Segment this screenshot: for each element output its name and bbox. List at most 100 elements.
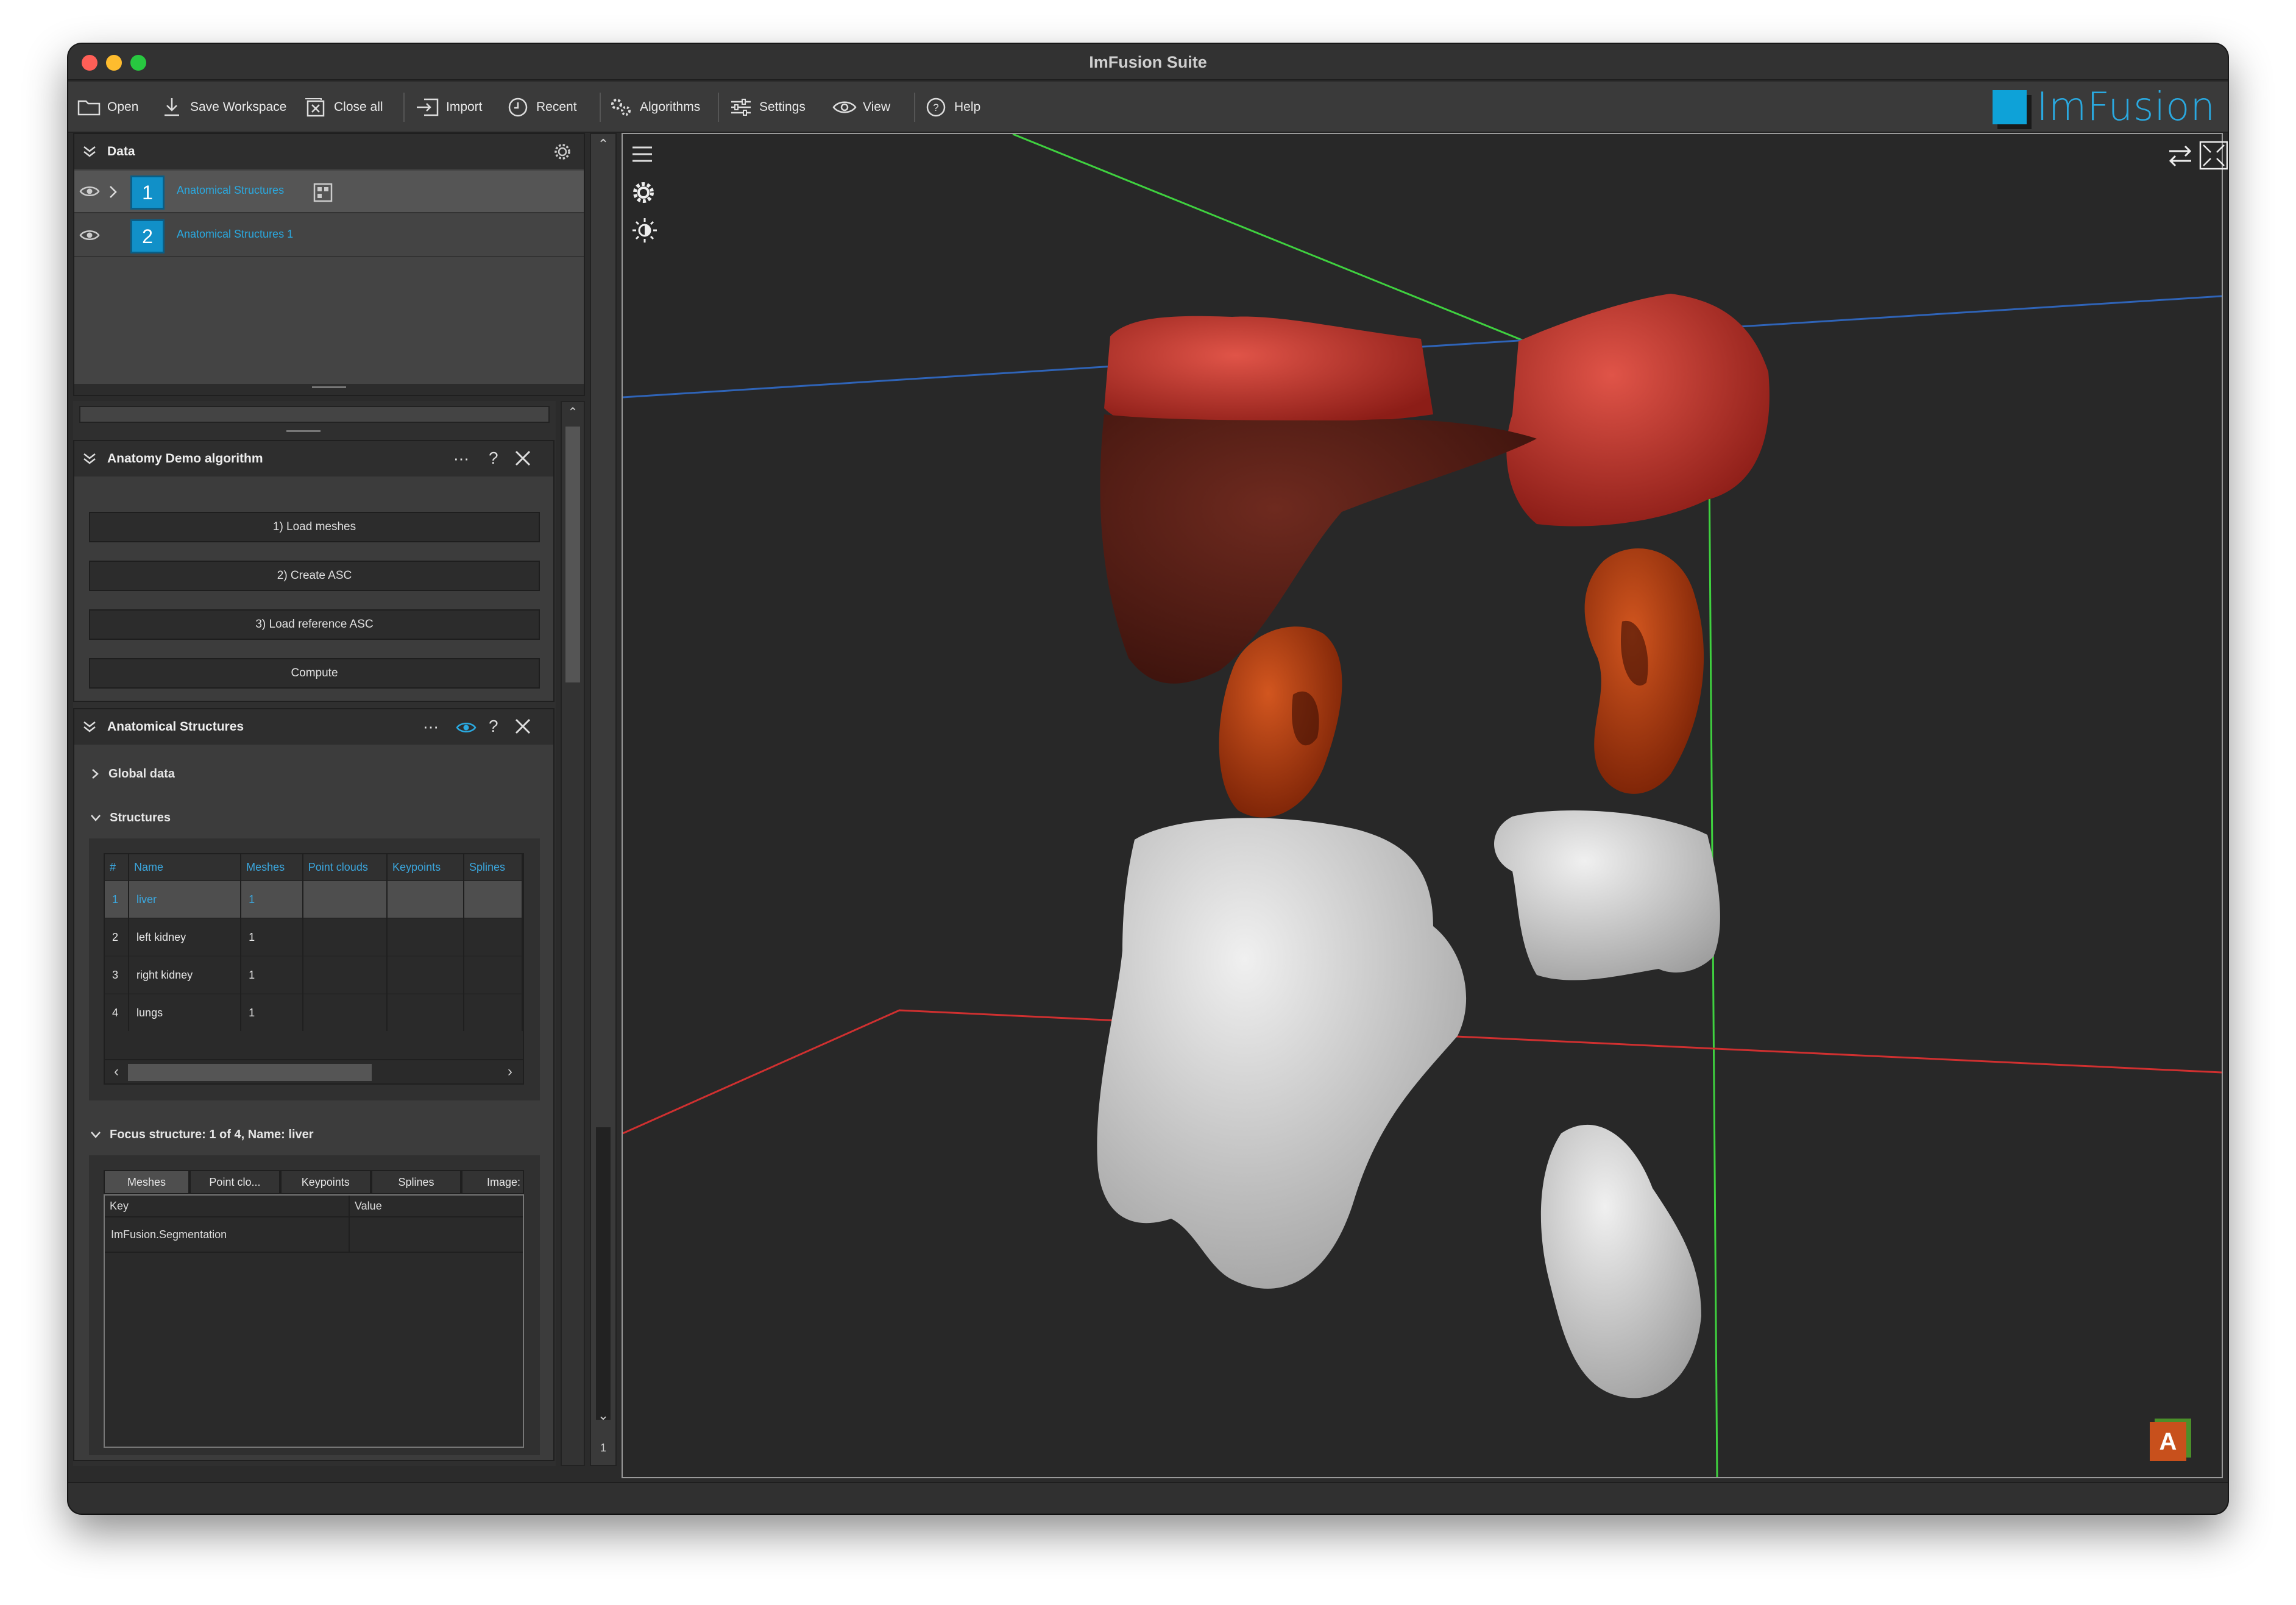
tab-images[interactable]: Image: [461, 1170, 524, 1194]
scroll-down-icon[interactable]: ⌄ [593, 1408, 613, 1427]
scroll-up-icon[interactable]: ⌃ [593, 136, 613, 156]
expand-chevron-icon[interactable] [107, 184, 119, 200]
import-label: Import [446, 100, 483, 114]
help-icon: ? [924, 95, 948, 119]
collapse-chevron-icon[interactable] [82, 719, 97, 735]
kidney-white-mesh [1540, 1124, 1701, 1398]
save-workspace-button[interactable]: Save Workspace [160, 91, 286, 123]
structures-table-frame: # Name Meshes Point clouds Keypoints Spl… [104, 853, 524, 1085]
dataset-name[interactable]: Anatomical Structures [177, 184, 284, 197]
help-button[interactable]: ? Help [924, 91, 980, 123]
help-label: Help [954, 100, 981, 114]
algorithms-button[interactable]: Algorithms [609, 91, 700, 123]
brightness-icon[interactable] [631, 217, 658, 244]
eye-icon [832, 95, 857, 119]
orientation-cube[interactable]: A [2150, 1422, 2186, 1461]
scroll-up-icon[interactable]: ⌃ [564, 405, 581, 422]
cell-point-clouds [302, 880, 388, 918]
kv-value-cell[interactable] [350, 1217, 523, 1253]
tab-keypoints[interactable]: Keypoints [280, 1170, 371, 1194]
cell-number: 2 [105, 918, 130, 956]
close-all-button[interactable]: Close all [303, 91, 383, 123]
splitter-handle[interactable] [74, 384, 584, 395]
window-title: ImFusion Suite [1089, 53, 1207, 71]
title-bar: ImFusion Suite [68, 44, 2228, 80]
data-list-item[interactable]: 1 Anatomical Structures [74, 171, 584, 213]
collapse-chevron-icon[interactable] [82, 144, 97, 160]
fullscreen-icon[interactable] [2199, 140, 2228, 171]
lung-left-top [1104, 316, 1433, 429]
more-options-icon[interactable]: ⋯ [453, 450, 469, 469]
table-row[interactable]: 1 liver 1 [105, 880, 523, 918]
column-header[interactable]: Meshes [241, 854, 303, 880]
compute-button[interactable]: Compute [89, 658, 540, 689]
tab-meshes[interactable]: Meshes [104, 1170, 190, 1194]
help-icon[interactable]: ? [489, 717, 498, 736]
help-icon[interactable]: ? [489, 448, 498, 468]
horizontal-scrollbar[interactable] [79, 406, 550, 423]
table-row[interactable]: 4 lungs 1 [105, 993, 523, 1031]
table-row[interactable]: 2 left kidney 1 [105, 918, 523, 956]
column-header[interactable]: Point clouds [302, 854, 388, 880]
cell-number: 3 [105, 955, 130, 994]
import-button[interactable]: Import [416, 91, 483, 123]
cell-meshes: 1 [241, 993, 303, 1031]
load-meshes-button[interactable]: 1) Load meshes [89, 512, 540, 542]
eye-icon[interactable] [456, 720, 477, 735]
global-data-section[interactable]: Global data [89, 760, 175, 787]
cell-splines [464, 880, 523, 918]
more-options-icon[interactable]: ⋯ [423, 718, 439, 737]
toolbar-separator [718, 93, 719, 122]
open-button[interactable]: Open [77, 91, 138, 123]
table-row[interactable]: 3 right kidney 1 [105, 955, 523, 994]
recent-button[interactable]: Recent [506, 91, 577, 123]
properties-icon[interactable] [313, 183, 333, 202]
scroll-right-icon[interactable]: › [501, 1063, 519, 1081]
tab-splines[interactable]: Splines [370, 1170, 462, 1194]
spine-mesh [1097, 818, 1467, 1289]
view-label: View [863, 100, 891, 114]
gear-icon[interactable] [553, 143, 572, 161]
hamburger-menu-icon[interactable] [631, 145, 653, 163]
scrollbar-thumb[interactable] [565, 427, 580, 682]
collapse-chevron-icon[interactable] [82, 451, 97, 467]
load-reference-asc-button[interactable]: 3) Load reference ASC [89, 609, 540, 640]
kv-key-cell[interactable]: ImFusion.Segmentation [105, 1217, 350, 1253]
cell-keypoints [387, 993, 465, 1031]
3d-viewport[interactable]: A [622, 133, 2228, 1478]
focus-structure-section[interactable]: Focus structure: 1 of 4, Name: liver [89, 1121, 314, 1148]
gear-icon[interactable] [631, 180, 656, 205]
folder-icon [77, 95, 101, 119]
cell-meshes: 1 [241, 918, 303, 956]
collapse-chevron-icon [91, 1132, 101, 1138]
status-bar [68, 1482, 2228, 1514]
splitter-handle[interactable] [286, 430, 321, 432]
table-horizontal-scrollbar[interactable]: ‹ › [105, 1059, 523, 1083]
scrollbar-thumb[interactable] [128, 1064, 372, 1081]
algorithm-panel-header: Anatomy Demo algorithm [74, 441, 553, 477]
close-icon[interactable] [514, 450, 531, 467]
view-button[interactable]: View [832, 91, 890, 123]
cell-point-clouds [302, 955, 388, 994]
toolbar-separator [600, 93, 601, 122]
close-icon[interactable] [514, 718, 531, 735]
left-vertical-scrollbar[interactable]: ⌃ [561, 401, 585, 1466]
side-scrollbar-track[interactable] [596, 1127, 611, 1420]
data-list-item[interactable]: 2 Anatomical Structures 1 [74, 214, 584, 257]
eye-icon[interactable] [79, 228, 100, 243]
create-asc-button[interactable]: 2) Create ASC [89, 561, 540, 591]
column-header[interactable]: Name [129, 854, 242, 880]
structures-section[interactable]: Structures [89, 804, 171, 831]
value-column-header[interactable]: Value [350, 1196, 523, 1217]
column-header[interactable]: Splines [464, 854, 523, 880]
data-panel: Data 1 Anatomical Structures 2 Anatomica… [73, 133, 585, 396]
tab-point-clouds[interactable]: Point clo... [190, 1170, 280, 1194]
column-header[interactable]: Keypoints [387, 854, 465, 880]
scroll-left-icon[interactable]: ‹ [107, 1063, 126, 1081]
dataset-name[interactable]: Anatomical Structures 1 [177, 228, 293, 241]
swap-arrows-icon[interactable] [2166, 144, 2195, 168]
settings-button[interactable]: Settings [729, 91, 806, 123]
column-header[interactable]: # [105, 854, 130, 880]
key-column-header[interactable]: Key [105, 1196, 350, 1217]
eye-icon[interactable] [79, 184, 100, 199]
